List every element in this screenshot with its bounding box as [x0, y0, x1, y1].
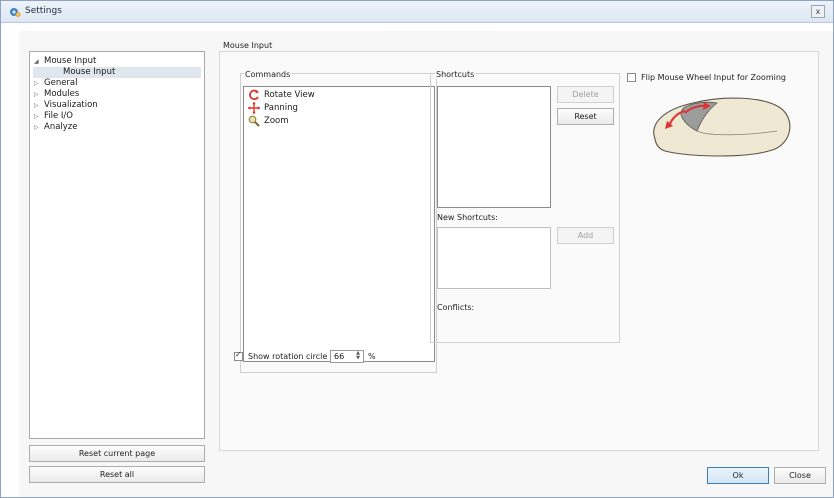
close-button[interactable]: Close	[774, 467, 826, 484]
close-icon: x	[815, 7, 821, 16]
zoom-icon	[248, 115, 260, 127]
tree-item-file-io[interactable]: ▷ File I/O	[34, 111, 73, 122]
tree-item-modules[interactable]: ▷ Modules	[34, 89, 79, 100]
reset-shortcuts-button[interactable]: Reset	[557, 108, 614, 125]
close-window-button[interactable]: x	[811, 5, 825, 18]
commands-list[interactable]: Rotate View Panning Zoom	[243, 86, 435, 362]
collapsed-arrow-icon: ▷	[34, 102, 39, 109]
tree-item-general[interactable]: ▷ General	[34, 78, 78, 89]
pan-icon	[248, 102, 260, 114]
add-shortcut-button[interactable]: Add	[557, 227, 614, 244]
tree-item-mouse-input[interactable]: ◢ Mouse Input	[34, 56, 96, 67]
mouse-illustration	[653, 97, 791, 157]
collapsed-arrow-icon: ▷	[34, 91, 39, 98]
rotation-circle-spinbox[interactable]: 66 ▲ ▼	[330, 350, 364, 363]
settings-tree[interactable]: ◢ Mouse Input Mouse Input ▷ General ▷ Modul…	[29, 51, 205, 439]
reset-current-page-button[interactable]: Reset current page	[29, 445, 205, 462]
page-title: Mouse Input	[223, 41, 273, 50]
show-rotation-circle-label: Show rotation circle	[248, 352, 328, 361]
new-shortcuts-label: New Shortcuts:	[437, 213, 498, 222]
settings-gear-icon	[10, 8, 21, 17]
spin-arrows-icon[interactable]: ▲ ▼	[354, 351, 362, 362]
new-shortcuts-input[interactable]	[437, 227, 551, 289]
delete-shortcut-button[interactable]: Delete	[557, 86, 614, 103]
collapsed-arrow-icon: ▷	[34, 80, 39, 87]
collapsed-arrow-icon: ▷	[34, 113, 39, 120]
commands-label: Commands	[244, 70, 292, 79]
tree-item-mouse-input-page[interactable]: Mouse Input	[33, 67, 201, 78]
expanded-arrow-icon: ◢	[34, 58, 39, 65]
dialog-content: ◢ Mouse Input Mouse Input ▷ General ▷ Modul…	[19, 31, 833, 497]
rotate-icon	[249, 89, 259, 101]
shortcuts-list[interactable]	[437, 86, 551, 208]
flip-wheel-checkbox[interactable]	[627, 73, 636, 82]
settings-window: Settings x ◢ Mouse Input Mouse Input ▷ Gen…	[0, 0, 834, 498]
show-rotation-circle-checkbox[interactable]	[234, 350, 243, 361]
titlebar: Settings x	[1, 1, 833, 23]
collapsed-arrow-icon: ▷	[34, 124, 39, 131]
flip-wheel-label: Flip Mouse Wheel Input for Zooming	[641, 73, 786, 82]
conflicts-label: Conflicts:	[437, 303, 475, 312]
tree-item-analyze[interactable]: ▷ Analyze	[34, 122, 78, 133]
tree-item-visualization[interactable]: ▷ Visualization	[34, 100, 98, 111]
rotation-circle-value: 66	[334, 352, 345, 361]
window-title: Settings	[25, 6, 62, 16]
ok-button[interactable]: Ok	[707, 467, 769, 484]
reset-all-button[interactable]: Reset all	[29, 466, 205, 483]
shortcuts-label: Shortcuts	[435, 70, 476, 79]
rotation-unit-label: %	[368, 352, 376, 361]
